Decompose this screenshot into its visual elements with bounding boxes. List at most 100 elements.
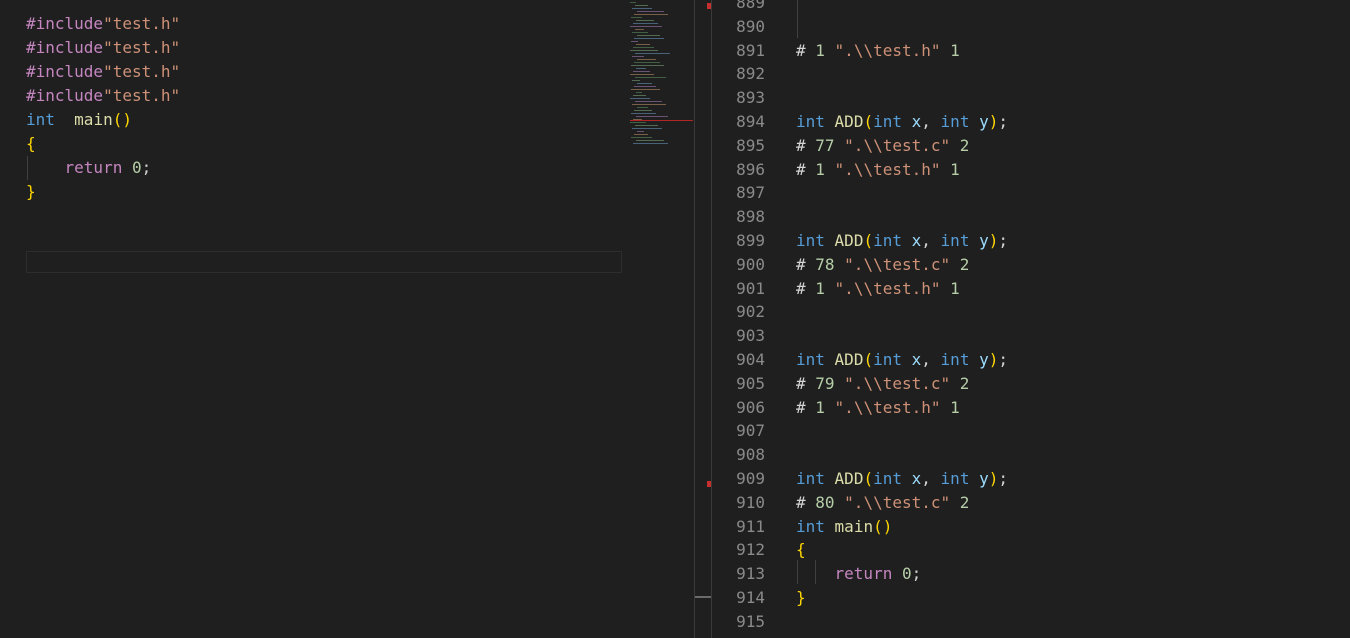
line-number: 903: [736, 326, 765, 346]
code-line[interactable]: return 0;: [26, 156, 152, 180]
code-token: #include: [26, 38, 104, 57]
code-token: ): [988, 231, 999, 250]
code-line[interactable]: #include"test.h": [26, 12, 180, 36]
code-token: y: [979, 112, 989, 131]
line-number: 909: [736, 469, 765, 488]
code-token: (): [112, 110, 132, 129]
code-line[interactable]: int ADD(int x, int y);: [796, 229, 1008, 253]
minimap-line: [634, 134, 648, 135]
line-number: 896: [736, 159, 765, 179]
minimap-line: [635, 101, 662, 102]
code-token: ;: [998, 469, 1009, 488]
code-line[interactable]: int main(): [796, 515, 892, 539]
code-token: int: [796, 516, 825, 536]
code-token: y: [979, 469, 989, 488]
code-line[interactable]: #include"test.h": [26, 36, 180, 60]
line-number: 897: [736, 183, 765, 203]
minimap-line: [631, 113, 656, 114]
minimap-line: [634, 62, 660, 63]
code-token: 1: [950, 40, 960, 60]
code-line[interactable]: int main(): [26, 108, 132, 132]
line-number: 898: [736, 207, 765, 227]
code-line[interactable]: {: [26, 132, 36, 156]
code-line[interactable]: # 1 ".\\test.h" 1: [796, 396, 960, 420]
code-token: ADD: [834, 231, 864, 250]
code-token: (: [863, 469, 874, 488]
code-line[interactable]: int ADD(int x, int y);: [796, 110, 1008, 134]
code-token: (: [863, 231, 874, 250]
code-token: int: [26, 110, 55, 129]
code-line[interactable]: # 77 ".\\test.c" 2: [796, 134, 969, 158]
code-line[interactable]: #include"test.h": [26, 60, 180, 84]
line-number: 902: [736, 302, 765, 322]
code-line[interactable]: # 1 ".\\test.h" 1: [796, 39, 960, 63]
code-token: 1: [815, 278, 825, 298]
code-token: ;: [998, 112, 1009, 131]
minimap-line: [634, 14, 668, 15]
code-token: int: [796, 112, 825, 131]
code-token: #: [796, 492, 816, 512]
code-line[interactable]: }: [796, 586, 806, 610]
code-token: ,: [921, 469, 941, 488]
code-line[interactable]: int ADD(int x, int y);: [796, 348, 1008, 372]
minimap-line: [632, 128, 662, 129]
code-token: ".\\test.h": [834, 40, 941, 60]
code-line[interactable]: #include"test.h": [26, 84, 180, 108]
code-token: ,: [921, 350, 941, 369]
minimap-line: [636, 116, 668, 117]
code-token: #include: [26, 62, 104, 81]
code-token: ".\\test.c": [844, 373, 951, 393]
minimap-line: [635, 5, 648, 6]
minimap-line: [636, 44, 650, 45]
minimap-error-marker: [630, 120, 693, 121]
code-token: ".\\test.c": [844, 492, 951, 512]
line-number: 891: [736, 40, 765, 60]
code-token: ;: [998, 350, 1009, 369]
minimap-line: [634, 38, 664, 39]
indent-guide: [797, 560, 798, 584]
minimap-line: [633, 47, 654, 48]
code-token: (: [863, 350, 874, 369]
line-number: 895: [736, 135, 765, 155]
code-line[interactable]: {: [796, 538, 806, 562]
minimap-line: [631, 137, 652, 138]
code-token: return: [834, 564, 893, 584]
code-line[interactable]: # 1 ".\\test.h" 1: [796, 277, 960, 301]
code-line[interactable]: # 78 ".\\test.c" 2: [796, 253, 969, 277]
minimap-line: [630, 50, 658, 51]
left-editor[interactable]: #include"test.h" #include"test.h" #include…: [0, 0, 625, 638]
minimap-line: [636, 140, 664, 141]
right-editor[interactable]: [695, 0, 1350, 638]
minimap-line: [633, 23, 658, 24]
code-token: "test.h": [103, 38, 181, 57]
code-token: (: [863, 112, 874, 131]
code-line[interactable]: }: [26, 180, 36, 204]
line-number: 894: [736, 112, 765, 131]
code-line[interactable]: int ADD(int x, int y);: [796, 467, 1008, 491]
code-token: #: [796, 159, 816, 179]
minimap-line: [637, 83, 652, 84]
code-token: ".\\test.c": [844, 135, 951, 155]
code-token: #: [796, 397, 816, 417]
code-line[interactable]: # 79 ".\\test.c" 2: [796, 372, 969, 396]
line-number: 890: [736, 16, 765, 36]
line-number: 910: [736, 492, 765, 512]
code-token: "test.h": [103, 14, 181, 33]
minimap-line: [632, 56, 644, 57]
minimap-line: [633, 95, 646, 96]
code-line[interactable]: # 80 ".\\test.c" 2: [796, 491, 969, 515]
code-token: 78: [815, 254, 835, 274]
code-token: 77: [815, 135, 835, 155]
minimap[interactable]: [625, 0, 695, 638]
code-line[interactable]: # 1 ".\\test.h" 1: [796, 158, 960, 182]
